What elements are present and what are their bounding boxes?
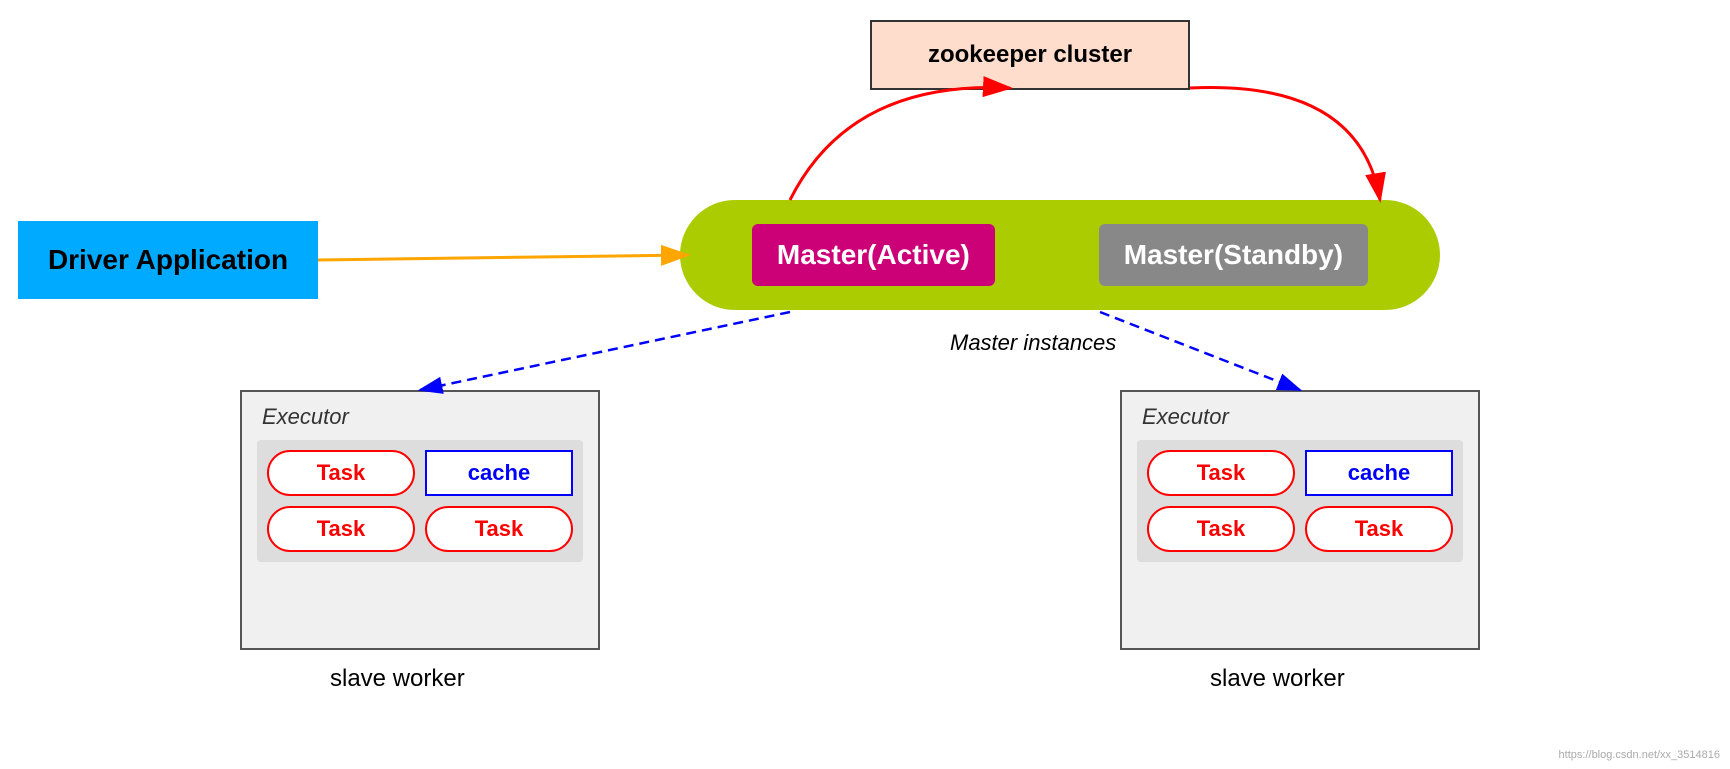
task-item-5: Task xyxy=(1147,506,1295,552)
master-active-box: Master(Active) xyxy=(752,224,995,286)
task-item-2: Task xyxy=(267,506,415,552)
diagram-container: Driver Application zookeeper cluster Mas… xyxy=(0,0,1730,769)
master-active-label: Master(Active) xyxy=(777,239,970,270)
master-instances-label: Master instances xyxy=(950,330,1116,356)
executor-label-left: Executor xyxy=(262,404,598,430)
arrows-svg xyxy=(0,0,1730,769)
executor-label-right: Executor xyxy=(1142,404,1478,430)
task-item-4: Task xyxy=(1147,450,1295,496)
executor-inner-right: Task cache Task Task xyxy=(1137,440,1463,562)
slave-box-right: Executor Task cache Task Task xyxy=(1120,390,1480,650)
task-item-3: Task xyxy=(425,506,573,552)
slave-worker-label-left: slave worker xyxy=(330,665,465,693)
zookeeper-to-master-standby-arrow xyxy=(1190,88,1380,201)
driver-application-label: Driver Application xyxy=(48,244,288,276)
master-active-to-zookeeper-arrow xyxy=(790,88,1010,201)
executor-inner-left: Task cache Task Task xyxy=(257,440,583,562)
slave-box-left: Executor Task cache Task Task xyxy=(240,390,600,650)
task-item-6: Task xyxy=(1305,506,1453,552)
slave-worker-label-right: slave worker xyxy=(1210,665,1345,693)
master-standby-label: Master(Standby) xyxy=(1124,239,1343,270)
master-standby-box: Master(Standby) xyxy=(1099,224,1368,286)
master-container: Master(Active) Master(Standby) xyxy=(680,200,1440,310)
driver-to-master-arrow xyxy=(318,255,688,260)
master-to-slave-left-arrow xyxy=(420,312,790,390)
task-item-1: Task xyxy=(267,450,415,496)
cache-item-2: cache xyxy=(1305,450,1453,496)
cache-item-1: cache xyxy=(425,450,573,496)
zookeeper-cluster-box: zookeeper cluster xyxy=(870,20,1190,90)
master-to-slave-right-arrow xyxy=(1100,312,1300,390)
zookeeper-label: zookeeper cluster xyxy=(928,41,1132,69)
driver-application-box: Driver Application xyxy=(18,221,318,299)
watermark: https://blog.csdn.net/xx_3514816 xyxy=(1559,749,1720,761)
